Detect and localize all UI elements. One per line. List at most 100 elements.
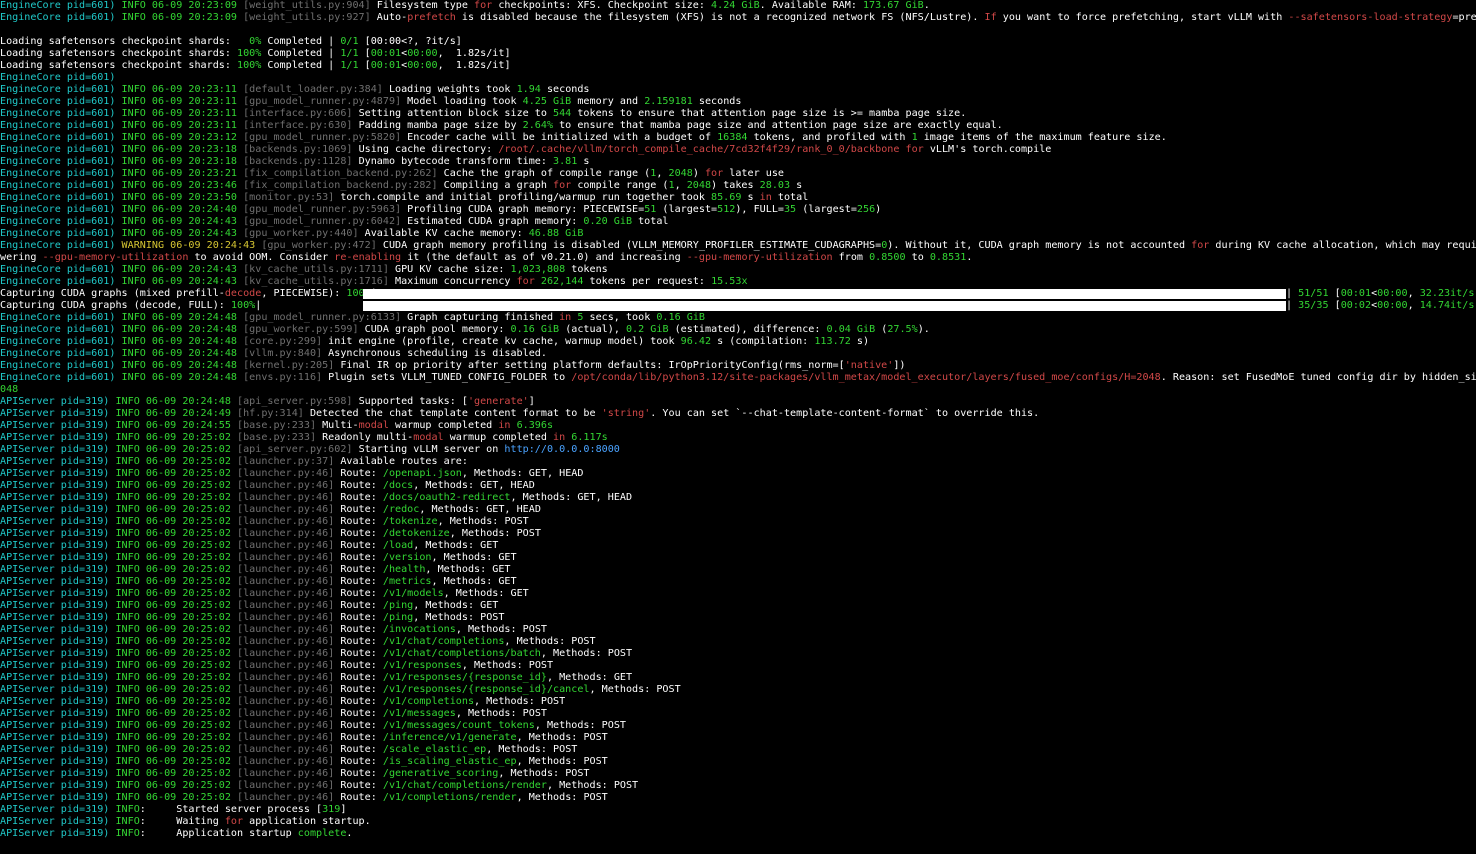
methods-label: , Methods: <box>413 600 481 611</box>
log-segment: 544 <box>553 108 572 119</box>
source-location: [launcher.py:46] <box>237 768 341 779</box>
log-segment: INFO 06-09 20:23:09 <box>121 0 244 11</box>
log-line: APIServer pid=319) INFO 06-09 20:25:02 [… <box>0 516 1476 528</box>
log-segment: Final IR op priority after setting platf… <box>340 360 845 371</box>
log-segment: wering <box>0 252 43 263</box>
log-line: EngineCore pid=601) INFO 06-09 20:23:11 … <box>0 108 1476 120</box>
log-level: INFO 06-09 20:25:02 <box>115 708 238 719</box>
source-location: [launcher.py:46] <box>237 480 341 491</box>
route-label: Route: <box>340 504 383 515</box>
log-line: EngineCore pid=601) INFO 06-09 20:23:11 … <box>0 84 1476 96</box>
source-location: [launcher.py:46] <box>237 540 341 551</box>
log-segment: /opt/conda/lib/python3.12/site-packages/… <box>571 372 1161 383</box>
log-segment: 35 <box>783 204 797 215</box>
log-segment: tokens per request: <box>583 276 712 287</box>
source-location: [launcher.py:46] <box>237 612 341 623</box>
route-path: /is_scaling_elastic_ep <box>382 756 517 767</box>
route-label: Route: <box>340 624 383 635</box>
log-line: EngineCore pid=601) INFO 06-09 20:24:43 … <box>0 228 1476 240</box>
process-label: EngineCore pid=601) <box>0 204 122 215</box>
source-location: [core.py:299] <box>243 336 329 347</box>
route-path: /v1/chat/completions/render <box>382 780 547 791</box>
route-label: Route: <box>340 660 383 671</box>
process-label: APIServer pid=319) <box>0 780 116 791</box>
route-methods: POST <box>583 732 608 743</box>
process-label: APIServer pid=319) <box>0 504 116 515</box>
process-label: APIServer pid=319) <box>0 768 116 779</box>
log-segment: (largest= <box>656 204 718 215</box>
log-segment: . Reason: set FusedMoE tuned config dir … <box>1160 372 1476 383</box>
route-methods: POST <box>540 696 566 707</box>
log-segment: to avoid OOM. Consider <box>188 252 335 263</box>
log-segment: (actual), <box>559 324 626 335</box>
log-segment: 00:01 <box>370 60 402 71</box>
log-segment: tokens to ensure that attention page siz… <box>571 108 967 119</box>
log-segment: prefetch <box>407 12 456 23</box>
route-methods: GET, HEAD <box>486 504 541 515</box>
progress-bar <box>363 301 1286 311</box>
log-segment: modal <box>358 420 389 431</box>
log-segment: CUDA graph pool memory: <box>364 324 511 335</box>
process-label: APIServer pid=319) <box>0 456 116 467</box>
log-segment: : Started server process [ <box>139 804 323 815</box>
log-line: APIServer pid=319) INFO: Application sta… <box>0 828 1476 840</box>
log-segment: INFO 06-09 20:24:48 <box>121 312 244 323</box>
log-segment: 1.94 <box>516 84 541 95</box>
log-segment: [ <box>358 48 371 59</box>
source-location: [monitor.py:53] <box>243 192 341 203</box>
log-line: APIServer pid=319) INFO 06-09 20:25:02 [… <box>0 744 1476 756</box>
log-segment: : Application startup <box>139 828 298 839</box>
log-segment: 'generate' <box>467 396 529 407</box>
methods-label: , Methods: <box>546 672 614 683</box>
log-segment: ] <box>504 48 511 59</box>
log-segment: 00:00 <box>1377 288 1408 299</box>
log-segment: Available KV cache memory: <box>364 228 529 239</box>
log-segment: (largest= <box>796 204 857 215</box>
route-label: Route: <box>340 780 383 791</box>
process-label: APIServer pid=319) <box>0 600 116 611</box>
log-segment: : Waiting <box>139 816 225 827</box>
log-level: INFO 06-09 20:25:02 <box>115 492 238 503</box>
log-segment: 262,144 <box>540 276 584 287</box>
log-segment: Plugin sets VLLM_TUNED_CONFIG_FOLDER to <box>328 372 572 383</box>
route-label: Route: <box>340 792 383 803</box>
log-segment: tokens <box>565 264 608 275</box>
log-segment: INFO 06-09 20:24:43 <box>121 216 244 227</box>
log-segment: ). <box>917 324 930 335</box>
route-methods: POST <box>504 516 529 527</box>
log-line: APIServer pid=319) INFO 06-09 20:25:02 [… <box>0 660 1476 672</box>
route-methods: GET <box>480 540 499 551</box>
process-label: APIServer pid=319) <box>0 720 116 731</box>
progress-line: Capturing CUDA graphs (mixed prefill-dec… <box>0 288 1476 300</box>
log-segment: , <box>1407 300 1420 311</box>
log-segment: GPU KV cache size: <box>395 264 511 275</box>
log-segment: complete <box>297 828 347 839</box>
route-label: Route: <box>340 528 383 539</box>
source-location: [launcher.py:46] <box>237 744 341 755</box>
log-level: INFO 06-09 20:25:02 <box>115 768 238 779</box>
log-segment: for <box>474 0 493 11</box>
log-segment: INFO 06-09 20:25:02 <box>115 456 238 467</box>
terminal-window[interactable]: EngineCore pid=601) INFO 06-09 20:23:09 … <box>0 0 1476 854</box>
process-label: APIServer pid=319) <box>0 420 116 431</box>
route-path: /inference/v1/generate <box>382 732 517 743</box>
source-location: [launcher.py:46] <box>237 516 341 527</box>
log-segment: for <box>553 180 572 191</box>
source-location: [api_server.py:598] <box>237 396 359 407</box>
route-path: /v1/models <box>382 588 444 599</box>
route-label: Route: <box>340 768 383 779</box>
process-label: APIServer pid=319) <box>0 576 116 587</box>
log-segment: seconds <box>540 84 590 95</box>
log-segment: INFO <box>115 828 140 839</box>
log-level: INFO 06-09 20:25:02 <box>115 744 238 755</box>
route-path: /metrics <box>382 576 432 587</box>
progress-stats: | 35/35 [00:02<00:00, 14.74it/s] <box>1286 300 1476 312</box>
log-segment: Estimated CUDA graph memory: <box>407 216 584 227</box>
log-segment: s <box>790 180 803 191</box>
log-line: EngineCore pid=601) INFO 06-09 20:24:43 … <box>0 216 1476 228</box>
log-segment: memory and <box>571 96 645 107</box>
source-location: [launcher.py:46] <box>237 576 341 587</box>
log-line: Loading safetensors checkpoint shards: 1… <box>0 48 1476 60</box>
source-location: [gpu_model_runner.py:6133] <box>243 312 408 323</box>
route-path: /v1/responses/{response_id}/cancel <box>382 684 590 695</box>
